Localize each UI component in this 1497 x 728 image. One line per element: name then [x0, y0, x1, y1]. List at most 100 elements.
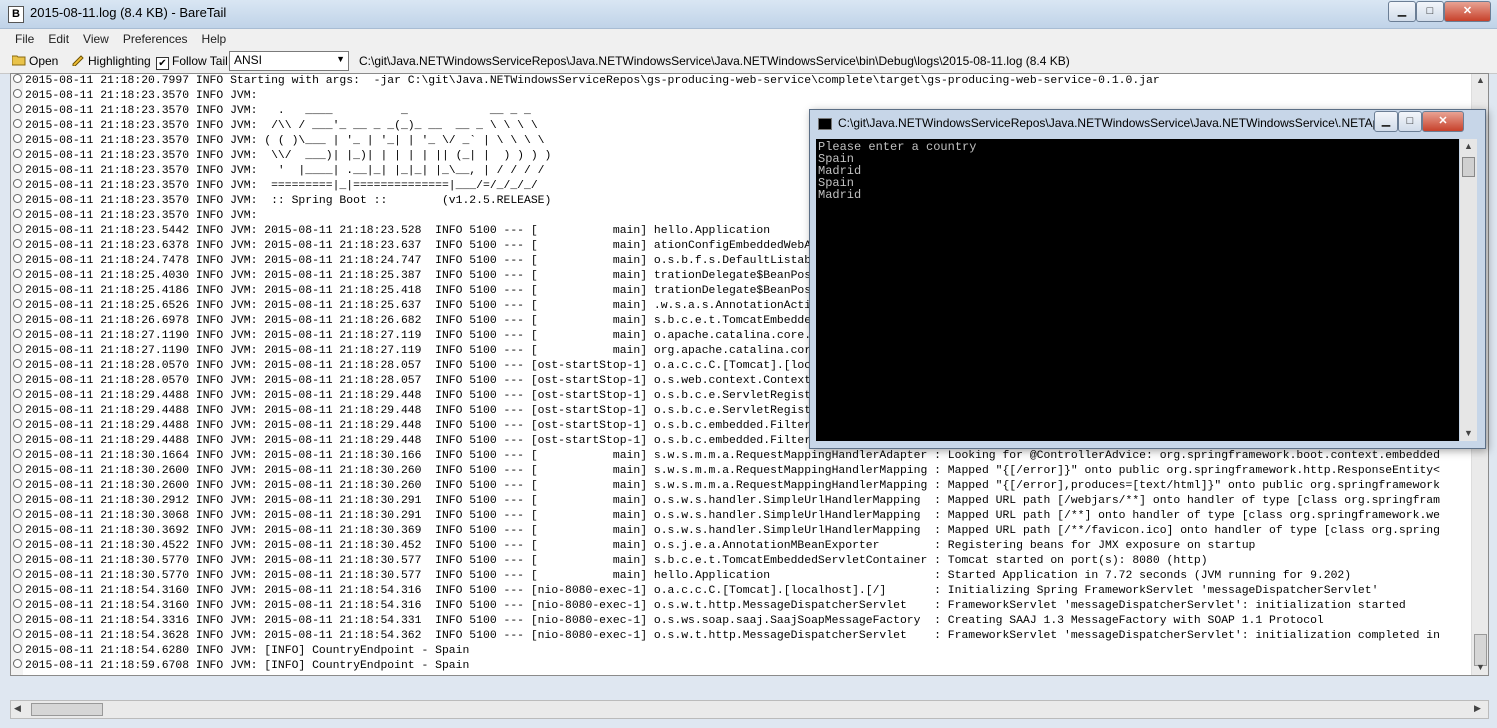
highlighting-button[interactable]: Highlighting: [71, 52, 151, 70]
scroll-up-icon[interactable]: ▲: [1476, 75, 1485, 85]
log-line: 2015-08-11 21:18:27.1190 INFO JVM: 2015-…: [13, 329, 914, 344]
console-scrollbar[interactable]: ▲ ▼: [1460, 139, 1477, 441]
menu-bar: File Edit View Preferences Help: [0, 29, 1497, 49]
line-marker-icon: [13, 599, 22, 608]
line-marker-icon: [13, 209, 22, 218]
log-line-text: 2015-08-11 21:18:30.2912 INFO JVM: 2015-…: [25, 495, 1440, 507]
log-line-text: 2015-08-11 21:18:24.7478 INFO JVM: 2015-…: [25, 255, 900, 267]
folder-open-icon: [12, 55, 26, 66]
chevron-down-icon: ▼: [336, 54, 345, 64]
line-marker-icon: [13, 479, 22, 488]
line-marker-icon: [13, 194, 22, 203]
line-marker-icon: [13, 164, 22, 173]
log-line-text: 2015-08-11 21:18:28.0570 INFO JVM: 2015-…: [25, 375, 853, 387]
log-line-text: 2015-08-11 21:18:23.6378 INFO JVM: 2015-…: [25, 240, 928, 252]
line-marker-icon: [13, 284, 22, 293]
console-scroll-up-icon[interactable]: ▲: [1464, 141, 1473, 151]
line-marker-icon: [13, 569, 22, 578]
log-line: 2015-08-11 21:18:30.2912 INFO JVM: 2015-…: [13, 494, 1440, 509]
line-marker-icon: [13, 89, 22, 98]
line-marker-icon: [13, 329, 22, 338]
line-marker-icon: [13, 419, 22, 428]
log-line: 2015-08-11 21:18:28.0570 INFO JVM: 2015-…: [13, 374, 852, 389]
log-line: 2015-08-11 21:18:30.5770 INFO JVM: 2015-…: [13, 554, 1208, 569]
console-maximize-button[interactable]: □: [1398, 111, 1422, 132]
title-bar[interactable]: B 2015-08-11.log (8.4 KB) - BareTail ▁ □…: [0, 0, 1497, 29]
log-line-text: 2015-08-11 21:18:30.4522 INFO JVM: 2015-…: [25, 540, 1256, 552]
log-line: 2015-08-11 21:18:30.1664 INFO JVM: 2015-…: [13, 449, 1440, 464]
line-marker-icon: [13, 179, 22, 188]
follow-tail-checkbox[interactable]: ✔: [156, 57, 169, 70]
line-marker-icon: [13, 134, 22, 143]
pencil-icon: [72, 55, 84, 66]
log-line: 2015-08-11 21:18:54.3160 INFO JVM: 2015-…: [13, 599, 1406, 614]
horizontal-scrollbar[interactable]: ◀ ▶: [10, 700, 1489, 719]
console-scroll-thumb[interactable]: [1462, 157, 1475, 177]
log-line-text: 2015-08-11 21:18:30.3692 INFO JVM: 2015-…: [25, 525, 1440, 537]
log-line-text: 2015-08-11 21:18:30.1664 INFO JVM: 2015-…: [25, 450, 1440, 462]
maximize-button[interactable]: □: [1416, 1, 1444, 22]
console-icon: [818, 118, 832, 130]
log-line-text: 2015-08-11 21:18:54.6280 INFO JVM: [INFO…: [25, 645, 470, 657]
log-line-text: 2015-08-11 21:18:30.5770 INFO JVM: 2015-…: [25, 555, 1208, 567]
console-scroll-down-icon[interactable]: ▼: [1464, 428, 1473, 438]
follow-tail-label: Follow Tail: [172, 54, 228, 68]
log-line-text: 2015-08-11 21:18:30.5770 INFO JVM: 2015-…: [25, 570, 1352, 582]
log-line-text: 2015-08-11 21:18:54.3160 INFO JVM: 2015-…: [25, 585, 1379, 597]
console-line: Madrid: [818, 188, 862, 202]
encoding-select[interactable]: ANSI ▼: [229, 51, 349, 71]
menu-view[interactable]: View: [76, 29, 116, 50]
minimize-button[interactable]: ▁: [1388, 1, 1416, 22]
log-line: 2015-08-11 21:18:23.3570 INFO JVM: =====…: [13, 179, 538, 194]
log-line-text: 2015-08-11 21:18:25.4186 INFO JVM: 2015-…: [25, 285, 928, 297]
log-line: 2015-08-11 21:18:54.3628 INFO JVM: 2015-…: [13, 629, 1440, 644]
log-line: 2015-08-11 21:18:29.4488 INFO JVM: 2015-…: [13, 404, 879, 419]
menu-edit[interactable]: Edit: [41, 29, 76, 50]
line-marker-icon: [13, 314, 22, 323]
close-button[interactable]: ✕: [1444, 1, 1491, 22]
log-line: 2015-08-11 21:18:28.0570 INFO JVM: 2015-…: [13, 359, 886, 374]
log-line-text: 2015-08-11 21:18:23.3570 INFO JVM: ' |__…: [25, 165, 545, 177]
file-path: C:\git\Java.NETWindowsServiceRepos\Java.…: [359, 54, 1070, 68]
console-minimize-button[interactable]: ▁: [1374, 111, 1398, 132]
line-marker-icon: [13, 509, 22, 518]
menu-file[interactable]: File: [8, 29, 41, 50]
console-window[interactable]: C:\git\Java.NETWindowsServiceRepos\Java.…: [809, 109, 1486, 449]
menu-help[interactable]: Help: [195, 29, 234, 50]
log-line: 2015-08-11 21:18:30.3692 INFO JVM: 2015-…: [13, 524, 1440, 539]
log-line: 2015-08-11 21:18:59.6708 INFO JVM: [INFO…: [13, 659, 469, 674]
line-marker-icon: [13, 119, 22, 128]
scroll-right-icon[interactable]: ▶: [1474, 703, 1481, 714]
log-line: 2015-08-11 21:18:54.3316 INFO JVM: 2015-…: [13, 614, 1324, 629]
log-line-text: 2015-08-11 21:18:23.3570 INFO JVM: :: Sp…: [25, 195, 552, 207]
console-close-button[interactable]: ✕: [1422, 111, 1464, 132]
scroll-down-icon[interactable]: ▼: [1476, 662, 1485, 672]
log-line: 2015-08-11 21:18:54.6280 INFO JVM: [INFO…: [13, 644, 469, 659]
line-marker-icon: [13, 149, 22, 158]
line-marker-icon: [13, 659, 22, 668]
log-line-text: 2015-08-11 21:18:23.5442 INFO JVM: 2015-…: [25, 225, 771, 237]
log-line-text: 2015-08-11 21:18:23.3570 INFO JVM: ( ( )…: [25, 135, 545, 147]
log-line-text: 2015-08-11 21:18:54.3160 INFO JVM: 2015-…: [25, 600, 1406, 612]
follow-tail-toggle[interactable]: ✔ Follow Tail: [156, 52, 228, 70]
log-line: 2015-08-11 21:18:29.4488 INFO JVM: 2015-…: [13, 389, 879, 404]
line-marker-icon: [13, 344, 22, 353]
log-line-text: 2015-08-11 21:18:23.3570 INFO JVM: /\\ /…: [25, 120, 538, 132]
scroll-left-icon[interactable]: ◀: [14, 703, 21, 714]
log-line-text: 2015-08-11 21:18:25.6526 INFO JVM: 2015-…: [25, 300, 928, 312]
open-button[interactable]: Open: [12, 52, 58, 70]
menu-preferences[interactable]: Preferences: [116, 29, 195, 50]
log-line-text: 2015-08-11 21:18:54.3316 INFO JVM: 2015-…: [25, 615, 1324, 627]
line-marker-icon: [13, 644, 22, 653]
line-marker-icon: [13, 629, 22, 638]
log-line: 2015-08-11 21:18:30.4522 INFO JVM: 2015-…: [13, 539, 1255, 554]
window-title: 2015-08-11.log (8.4 KB) - BareTail: [30, 5, 227, 20]
line-marker-icon: [13, 224, 22, 233]
console-output[interactable]: Please enter a country Spain Madrid Spain Ma…: [816, 139, 1459, 441]
line-marker-icon: [13, 494, 22, 503]
horizontal-scroll-thumb[interactable]: [31, 703, 103, 716]
log-line: 2015-08-11 21:18:23.3570 INFO JVM: ' |__…: [13, 164, 545, 179]
log-line: 2015-08-11 21:18:27.1190 INFO JVM: 2015-…: [13, 344, 920, 359]
log-line: 2015-08-11 21:18:23.3570 INFO JVM: ( ( )…: [13, 134, 545, 149]
line-marker-icon: [13, 539, 22, 548]
